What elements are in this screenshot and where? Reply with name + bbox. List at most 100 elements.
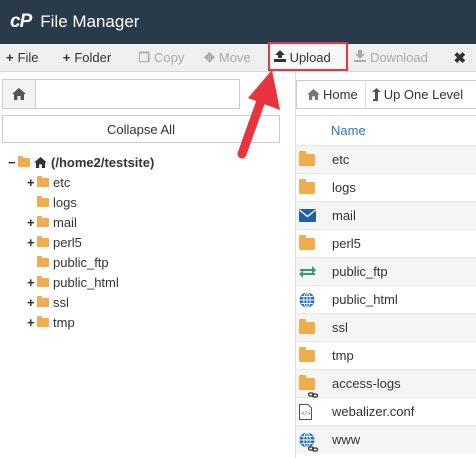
collapse-minus-icon[interactable]: − xyxy=(8,155,18,170)
file-name: public_html xyxy=(332,292,398,307)
file-name: logs xyxy=(332,180,356,195)
home-button[interactable]: Home xyxy=(297,81,366,108)
tree-item-public-html[interactable]: + public_html xyxy=(27,272,119,292)
expand-plus-icon[interactable]: + xyxy=(27,175,37,190)
new-folder-button[interactable]: + Folder xyxy=(46,44,122,72)
tree-item-label: tmp xyxy=(53,314,75,330)
copy-button[interactable]: ❐ Copy xyxy=(121,44,191,72)
folder-icon xyxy=(299,318,315,334)
path-input[interactable] xyxy=(36,79,240,109)
file-name: perl5 xyxy=(332,236,361,251)
app-title: File Manager xyxy=(40,12,140,31)
tree-item-label: logs xyxy=(53,194,77,210)
folder-icon xyxy=(299,346,315,362)
new-file-label: File xyxy=(17,50,39,65)
file-name: etc xyxy=(332,152,350,167)
tree-root-label: (/home2/testsite) xyxy=(51,154,155,170)
file-row[interactable]: public_ftp xyxy=(296,257,476,285)
expand-plus-icon[interactable]: + xyxy=(27,315,37,330)
delete-button[interactable]: ✖ xyxy=(439,44,476,72)
tree-item-ssl[interactable]: + ssl xyxy=(27,292,69,312)
svg-text:</>: </> xyxy=(301,411,312,417)
expand-plus-icon[interactable]: + xyxy=(27,235,37,250)
tree-root[interactable]: − (/home2/testsite) xyxy=(8,152,154,172)
globe-icon xyxy=(299,291,315,308)
home-label: Home xyxy=(323,87,358,102)
new-folder-label: Folder xyxy=(74,50,112,65)
file-name: www xyxy=(332,432,361,447)
name-column-label: Name xyxy=(331,123,366,138)
link-icon xyxy=(308,445,318,452)
plus-icon: + xyxy=(6,50,14,65)
upload-button[interactable]: Upload xyxy=(263,44,345,72)
folder-icon xyxy=(37,195,49,207)
expand-plus-icon[interactable]: + xyxy=(27,215,37,230)
up-one-level-label: Up One Level xyxy=(383,87,464,102)
link-icon xyxy=(308,391,318,398)
tree-item-perl5[interactable]: + perl5 xyxy=(27,232,82,252)
file-row[interactable]: logs xyxy=(296,173,476,201)
new-file-button[interactable]: + File xyxy=(0,44,46,72)
directory-tree: − (/home2/testsite) xyxy=(8,152,154,172)
file-row[interactable]: public_html xyxy=(296,285,476,313)
file-row[interactable]: etc xyxy=(296,145,476,173)
file-row[interactable]: ssl xyxy=(296,313,476,341)
home-icon xyxy=(34,156,47,168)
tree-item-label: public_html xyxy=(53,274,119,290)
tree-item-etc[interactable]: + etc xyxy=(27,172,70,192)
file-name: webalizer.conf xyxy=(332,404,415,419)
folder-link-icon xyxy=(299,374,315,390)
delete-icon: ✖ xyxy=(453,49,467,67)
move-icon: ✥ xyxy=(203,49,215,65)
file-row[interactable]: access-logs xyxy=(296,369,476,398)
folder-icon xyxy=(37,315,49,327)
code-file-icon: </> xyxy=(299,403,312,420)
upload-label: Upload xyxy=(289,50,331,65)
file-name: public_ftp xyxy=(332,264,388,279)
cpanel-logo: cP xyxy=(10,11,32,32)
folder-icon xyxy=(37,215,49,227)
folder-icon xyxy=(299,234,315,250)
file-name: access-logs xyxy=(332,376,401,391)
title-bar: cP File Manager xyxy=(0,0,476,44)
home-icon xyxy=(12,88,26,100)
home-directory-button[interactable] xyxy=(2,79,36,109)
level-up-icon xyxy=(371,88,381,101)
folder-icon xyxy=(299,178,315,194)
tree-item-label: ssl xyxy=(53,294,69,310)
tree-item-logs[interactable]: logs xyxy=(37,192,77,212)
file-name: mail xyxy=(332,208,356,223)
ftp-transfer-icon xyxy=(299,265,316,278)
copy-label: Copy xyxy=(153,50,185,65)
navigation-bar: Home Up One Level xyxy=(296,80,476,109)
folder-icon xyxy=(37,175,49,187)
red-annotation-arrow xyxy=(237,70,280,159)
file-row[interactable]: mail xyxy=(296,201,476,229)
open-folder-icon xyxy=(18,155,30,167)
tree-item-tmp[interactable]: + tmp xyxy=(27,312,75,332)
tree-item-mail[interactable]: + mail xyxy=(27,212,77,232)
tree-item-public-ftp[interactable]: public_ftp xyxy=(37,252,109,272)
name-column-header[interactable]: Name xyxy=(296,115,476,145)
folder-icon xyxy=(299,150,315,166)
up-one-level-button[interactable]: Up One Level xyxy=(366,81,470,108)
file-row[interactable]: perl5 xyxy=(296,229,476,257)
expand-plus-icon[interactable]: + xyxy=(27,295,37,310)
folder-icon xyxy=(37,255,49,267)
folder-icon xyxy=(37,275,49,287)
tree-item-label: public_ftp xyxy=(53,254,109,270)
folder-icon xyxy=(37,295,49,307)
home-icon xyxy=(307,89,320,100)
file-table: Name etc logs mail perl5 public_ftp publ… xyxy=(296,115,476,453)
copy-icon: ❐ xyxy=(138,49,150,65)
folder-icon xyxy=(37,235,49,247)
tree-item-label: etc xyxy=(53,174,71,190)
file-row[interactable]: www xyxy=(296,425,476,453)
upload-icon xyxy=(273,50,286,65)
expand-plus-icon[interactable]: + xyxy=(27,275,37,290)
download-button[interactable]: Download xyxy=(344,44,439,72)
file-list-pane: Home Up One Level Name etc logs mail per… xyxy=(295,72,476,458)
file-row[interactable]: </> webalizer.conf xyxy=(296,397,476,425)
file-row[interactable]: tmp xyxy=(296,341,476,369)
plus-icon: + xyxy=(62,50,71,65)
